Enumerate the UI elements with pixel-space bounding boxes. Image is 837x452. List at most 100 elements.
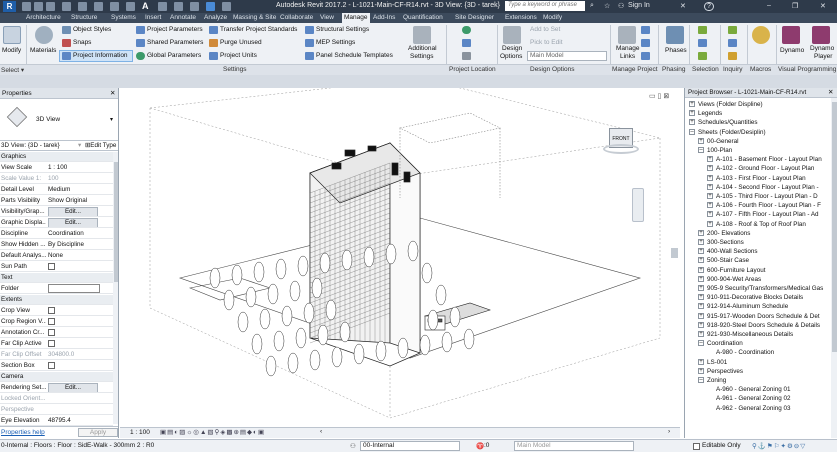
global-parameters-button[interactable]: Global Parameters [147, 52, 201, 59]
expand-icon[interactable]: + [707, 183, 713, 190]
browser-item[interactable]: A-102 - Ground Floor - Layout Plan [716, 164, 814, 173]
checkbox[interactable] [48, 307, 55, 314]
browser-item[interactable]: A-980 - Coordination [716, 348, 774, 357]
collapse-icon[interactable]: – [689, 128, 695, 135]
expand-icon[interactable]: + [689, 110, 695, 117]
expand-icon[interactable]: + [689, 101, 695, 107]
coordinates-icon[interactable] [462, 39, 471, 47]
materials-icon[interactable] [35, 26, 53, 44]
tab-systems[interactable]: Systems [109, 13, 138, 23]
expand-icon[interactable]: + [707, 156, 713, 163]
manage-images-icon[interactable] [641, 52, 650, 60]
expand-icon[interactable]: + [698, 275, 704, 282]
edit-button[interactable]: Edit... [48, 218, 98, 227]
browser-scrollbar[interactable] [831, 98, 837, 438]
starting-view-icon[interactable] [641, 26, 650, 34]
tab-extensions[interactable]: Extensions [503, 13, 539, 23]
expand-icon[interactable]: + [698, 266, 704, 273]
materials-button[interactable]: Materials [30, 47, 56, 54]
scroll-thumb[interactable] [114, 162, 118, 282]
position-icon[interactable] [462, 52, 471, 60]
expand-icon[interactable]: + [698, 358, 704, 365]
design-options-label-2[interactable]: Options [500, 53, 522, 60]
checkbox[interactable] [48, 340, 55, 347]
additional-settings-label-1[interactable]: Additional [408, 45, 437, 52]
group-extents[interactable]: Extents [0, 295, 113, 305]
select-by-id-icon[interactable] [728, 39, 737, 47]
browser-item[interactable]: 200- Elevations [707, 229, 750, 238]
browser-item[interactable]: Sheets (Folder/Desiplin) [698, 128, 766, 137]
3d-viewport[interactable]: FRONT ▭ ▯ ⊠ [120, 88, 679, 426]
browser-item[interactable]: Schedules/Quantities [698, 118, 758, 127]
edit-button[interactable]: Edit... [48, 207, 98, 216]
dynamo-player-label-2[interactable]: Player [814, 53, 832, 60]
minimize-button[interactable]: – [767, 2, 771, 9]
expand-icon[interactable]: + [698, 239, 704, 245]
expand-icon[interactable]: + [698, 248, 704, 255]
browser-item[interactable]: 918-920-Steel Doors Schedule & Details [707, 321, 820, 330]
panel-select[interactable]: Select ▾ [1, 66, 24, 74]
transfer-project-standards-button[interactable]: Transfer Project Standards [220, 26, 297, 33]
tab-massing-site[interactable]: Massing & Site [231, 13, 278, 23]
expand-icon[interactable]: + [707, 193, 713, 199]
prop-value[interactable]: By Discipline [48, 240, 84, 249]
expand-icon[interactable]: + [698, 331, 704, 337]
type-dropdown-icon[interactable]: ▾ [110, 116, 113, 123]
browser-item[interactable]: A-960 - General Zoning 01 [716, 385, 791, 394]
3d-view-icon[interactable] [158, 2, 167, 11]
close-properties-icon[interactable]: ✕ [110, 88, 115, 99]
browser-item[interactable]: Legends [698, 109, 722, 118]
browser-item[interactable]: A-961 - General Zoning 02 [716, 394, 791, 403]
browser-item[interactable]: LS-001 [707, 358, 727, 367]
restore-button[interactable]: ❐ [792, 2, 798, 10]
view-control-icons[interactable]: ▣▤◐▨☼◎▲▧⚲◈▩⊕▤◆◐▣ [160, 428, 265, 436]
properties-scrollbar[interactable] [113, 152, 118, 424]
phases-button[interactable]: Phases [665, 47, 687, 54]
warnings-icon[interactable] [728, 52, 737, 60]
text-icon[interactable]: A [142, 2, 151, 11]
close-hidden-icon[interactable] [190, 2, 199, 11]
design-options-label-1[interactable]: Design [502, 45, 522, 52]
view-window-controls[interactable]: ▭ ▯ ⊠ [649, 92, 669, 100]
expand-icon[interactable]: + [707, 220, 713, 227]
browser-item[interactable]: A-105 - Third Floor - Layout Plan - D [716, 192, 818, 201]
tab-architecture[interactable]: Architecture [24, 13, 63, 23]
tab-add-ins[interactable]: Add-Ins [371, 13, 397, 23]
group-text[interactable]: Text [0, 273, 113, 283]
browser-item[interactable]: 921-930-Miscellaneous Details [707, 330, 793, 339]
expand-icon[interactable]: + [707, 202, 713, 209]
help-button[interactable]: ? [704, 2, 714, 11]
prop-value[interactable]: 48795.4 [48, 416, 71, 425]
folder-input[interactable] [48, 284, 100, 293]
tab-annotate[interactable]: Annotate [168, 13, 198, 23]
browser-item[interactable]: 600-Furniture Layout [707, 266, 765, 275]
macros-icon[interactable] [752, 26, 770, 44]
expand-icon[interactable]: + [698, 257, 704, 264]
group-graphics[interactable]: Graphics [0, 152, 113, 162]
dropdown-icon[interactable]: ▾ [78, 141, 81, 151]
expand-icon[interactable]: + [698, 367, 704, 374]
open-icon[interactable] [22, 2, 31, 11]
dynamo-player-label-1[interactable]: Dynamo [810, 45, 834, 52]
editable-only-checkbox[interactable] [693, 443, 700, 450]
expand-icon[interactable]: + [707, 165, 713, 172]
viewport-scrollbar[interactable] [671, 248, 678, 258]
browser-item[interactable]: 400-Wall Sections [707, 247, 758, 256]
star-icon[interactable]: ☆ [604, 2, 610, 10]
selection-load-icon[interactable] [698, 39, 707, 47]
expand-icon[interactable]: + [707, 211, 713, 218]
manage-links-label-2[interactable]: Links [620, 53, 635, 60]
prop-value[interactable]: Show Original [48, 196, 87, 205]
user-icon[interactable]: ⚇ [618, 2, 624, 10]
viewcube-compass[interactable] [603, 144, 639, 154]
checkbox[interactable] [48, 362, 55, 369]
browser-scroll-thumb[interactable] [832, 102, 837, 352]
browser-item[interactable]: A-101 - Basement Floor - Layout Plan [716, 155, 822, 164]
viewcube[interactable]: FRONT [603, 126, 639, 156]
tab-site-designer[interactable]: Site Designer [453, 13, 496, 23]
location-icon[interactable] [462, 26, 471, 34]
decal-types-icon[interactable] [641, 39, 650, 47]
redo-icon[interactable] [78, 2, 87, 11]
navigation-bar[interactable] [632, 188, 644, 222]
shared-parameters-button[interactable]: Shared Parameters [147, 39, 203, 46]
